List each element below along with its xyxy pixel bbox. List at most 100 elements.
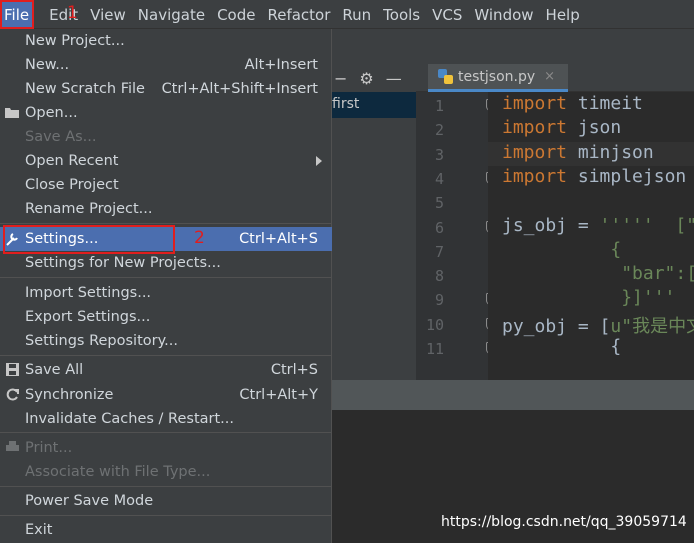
watermark: https://blog.csdn.net/qq_39059714 [441, 514, 687, 530]
code-line: { [502, 336, 621, 357]
code-token: }]''' [502, 287, 676, 309]
menu-item-settings-new-projects[interactable]: Settings for New Projects... [0, 251, 332, 275]
menu-item-open-recent[interactable]: Open Recent [0, 149, 332, 173]
menu-item-label: Save All [25, 362, 84, 378]
code-line: import simplejson [502, 166, 686, 187]
menu-item-label: Invalidate Caches / Restart... [25, 411, 234, 427]
menu-item-export-settings[interactable]: Export Settings... [0, 305, 332, 329]
code-token: import [502, 93, 568, 114]
menu-refactor[interactable]: Refactor [261, 0, 336, 29]
close-icon[interactable]: × [544, 69, 555, 84]
menu-item-save-all[interactable]: Save All Ctrl+S [0, 358, 332, 382]
menu-item-import-settings[interactable]: Import Settings... [0, 281, 332, 305]
code-token: { [502, 238, 622, 260]
code-line: { [502, 239, 621, 260]
code-token: timeit [567, 93, 643, 114]
project-tree-selected[interactable]: first [330, 92, 416, 118]
code-token: simplejson [567, 165, 687, 187]
menu-code[interactable]: Code [211, 0, 261, 29]
code-token: { [502, 336, 622, 357]
project-tree [330, 118, 416, 380]
menu-bar: File Edit View Navigate Code Refactor Ru… [0, 0, 694, 29]
code-token: = [ [567, 315, 611, 337]
collapse-dash-icon[interactable]: − [334, 69, 347, 88]
menu-window[interactable]: Window [468, 0, 539, 29]
line-number: 5 [434, 194, 444, 213]
menu-item-close-project[interactable]: Close Project [0, 173, 332, 197]
tool-window-bar [330, 380, 694, 410]
menu-item-synchronize[interactable]: Synchronize Ctrl+Alt+Y [0, 383, 332, 407]
python-file-icon [438, 69, 453, 84]
printer-icon [4, 440, 20, 456]
menu-vcs[interactable]: VCS [426, 0, 468, 29]
shortcut-label: Ctrl+Alt+S [239, 231, 318, 247]
line-number: 8 [434, 267, 444, 286]
code-line: "bar":[" [502, 263, 694, 284]
menu-item-label: Import Settings... [25, 285, 152, 301]
menu-separator [0, 515, 332, 516]
code-line: js_obj = ''''' [" [502, 215, 694, 236]
menu-item-label: Open Recent [25, 153, 119, 169]
file-menu: New Project... New... Alt+Insert New Scr… [0, 29, 332, 543]
highlight-box-settings [3, 225, 175, 254]
line-number: 2 [434, 121, 444, 140]
shortcut-label: Ctrl+Alt+Y [239, 387, 318, 403]
menu-item-save-as: Save As... [0, 125, 332, 149]
line-gutter: 1 2 3 4 5 6 7 8 9 10 11 [416, 92, 488, 380]
menu-item-label: Save As... [25, 129, 97, 145]
shortcut-label: Ctrl+S [270, 362, 318, 378]
menu-item-power-save[interactable]: Power Save Mode [0, 489, 332, 513]
menu-item-label: New Scratch File [25, 81, 145, 97]
menu-tools[interactable]: Tools [377, 0, 426, 29]
code-token: u"我是中文 [610, 315, 694, 337]
code-line: import json [502, 117, 621, 138]
minimize-icon[interactable]: — [386, 69, 402, 88]
line-number: 6 [434, 218, 444, 237]
menu-item-new-scratch[interactable]: New Scratch File Ctrl+Alt+Shift+Insert [0, 77, 332, 101]
menu-help[interactable]: Help [540, 0, 586, 29]
code-line: import timeit [502, 93, 643, 114]
save-icon [4, 362, 20, 378]
menu-view[interactable]: View [84, 0, 132, 29]
line-number: 4 [434, 169, 444, 188]
menu-separator [0, 223, 332, 224]
menu-item-label: Close Project [25, 177, 119, 193]
menu-run[interactable]: Run [336, 0, 377, 29]
line-number: 1 [434, 97, 444, 115]
menu-navigate[interactable]: Navigate [132, 0, 211, 29]
code-token: import [502, 141, 568, 163]
menu-item-label: Export Settings... [25, 309, 151, 325]
code-token: minjson [567, 141, 654, 163]
line-number: 7 [434, 242, 444, 261]
menu-item-label: Settings Repository... [25, 333, 178, 349]
menu-item-open[interactable]: Open... [0, 101, 332, 125]
submenu-arrow-icon [316, 156, 322, 166]
code-line: }]''' [502, 287, 675, 308]
menu-separator [0, 277, 332, 278]
menu-item-exit[interactable]: Exit [0, 518, 332, 542]
code-token: import [502, 165, 568, 187]
menu-item-label: Power Save Mode [25, 493, 154, 509]
menu-item-label: Associate with File Type... [25, 464, 211, 480]
tab-testjson[interactable]: testjson.py × [428, 64, 568, 92]
menu-item-invalidate-caches[interactable]: Invalidate Caches / Restart... [0, 407, 332, 431]
menu-edit[interactable]: Edit [43, 0, 84, 29]
menu-item-label: Rename Project... [25, 201, 153, 217]
menu-item-new[interactable]: New... Alt+Insert [0, 53, 332, 77]
menu-item-new-project[interactable]: New Project... [0, 29, 332, 53]
folder-icon [4, 105, 20, 121]
menu-separator [0, 486, 332, 487]
line-number: 9 [434, 291, 444, 310]
code-token: = [567, 214, 600, 236]
project-toolbar: − ⚙ — [330, 64, 416, 92]
menu-item-label: New... [25, 57, 70, 73]
code-token: js_obj [502, 214, 568, 236]
annotation-number-1: 1 [67, 3, 78, 23]
code-editor[interactable]: import timeit import json import minjson im… [488, 92, 694, 380]
menu-item-settings-repository[interactable]: Settings Repository... [0, 329, 332, 353]
line-number: 11 [425, 340, 444, 358]
menu-item-rename-project[interactable]: Rename Project... [0, 197, 332, 221]
refresh-icon [4, 387, 20, 403]
menu-separator [0, 355, 332, 356]
gear-icon[interactable]: ⚙ [359, 69, 373, 88]
